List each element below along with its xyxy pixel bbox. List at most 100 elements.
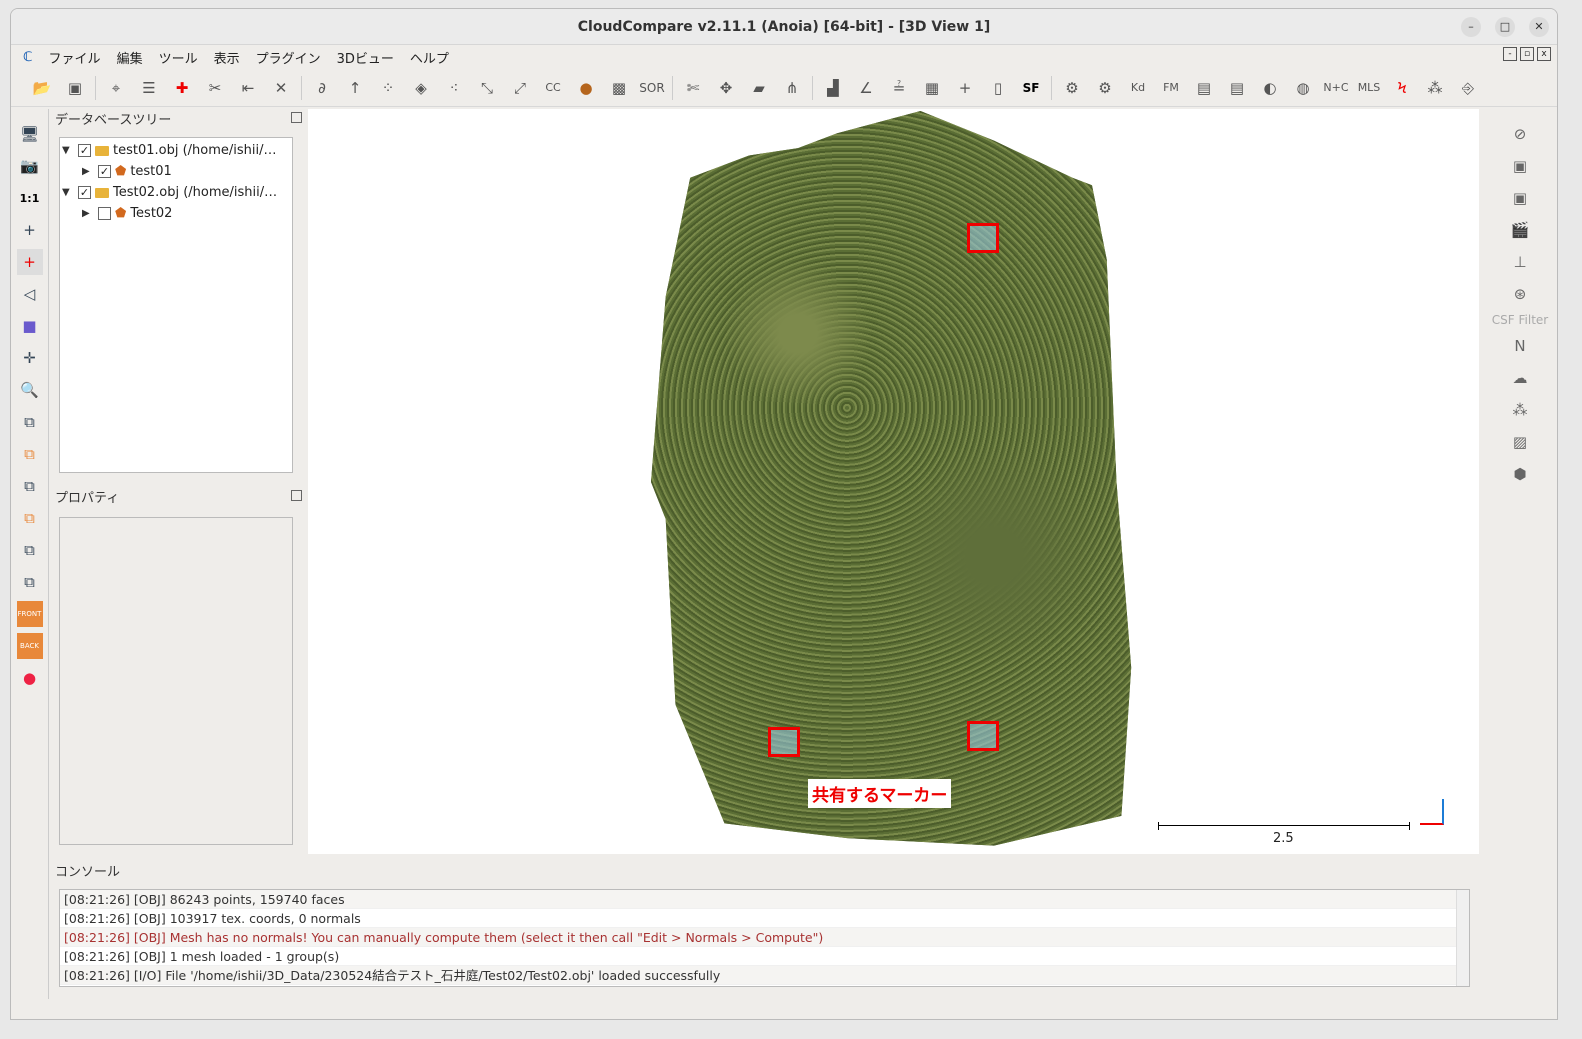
mdi-restore-button[interactable]: ▫	[1520, 47, 1534, 61]
iso-view-icon[interactable]: ⧉	[17, 569, 43, 595]
cc-icon[interactable]: CC	[540, 75, 566, 101]
checkbox[interactable]: ✓	[98, 165, 111, 178]
animation-icon[interactable]: 🎬	[1507, 217, 1533, 243]
mdi-close-button[interactable]: x	[1537, 47, 1551, 61]
brush-icon[interactable]: ⊥	[1507, 249, 1533, 275]
expand-icon[interactable]: ▶	[82, 166, 94, 177]
hpr-icon[interactable]: ☁	[1507, 365, 1533, 391]
histogram-icon[interactable]: ▟	[820, 75, 846, 101]
stereo-icon[interactable]: ●	[17, 665, 43, 691]
sample-points-icon[interactable]: ∂	[309, 75, 335, 101]
expand-icon[interactable]: ▼	[62, 187, 74, 198]
left-view-icon[interactable]: ⧉	[17, 473, 43, 499]
ssao-icon[interactable]: ▣	[1507, 185, 1533, 211]
checkerboard-icon[interactable]: ▩	[606, 75, 632, 101]
save-icon[interactable]: ▣	[62, 75, 88, 101]
pcv-icon[interactable]: ⁂	[1422, 75, 1448, 101]
pcv-plugin-icon[interactable]: ▨	[1507, 429, 1533, 455]
canupo-classify-icon[interactable]: ⚙	[1092, 75, 1118, 101]
canupo-create-icon[interactable]: ⚙	[1059, 75, 1085, 101]
align-icon[interactable]: ⤡	[474, 75, 500, 101]
nc-icon[interactable]: N+C	[1323, 75, 1349, 101]
shift-icon[interactable]: ⎆	[1455, 75, 1481, 101]
list-icon[interactable]: ☰	[136, 75, 162, 101]
fm-icon[interactable]: FM	[1158, 75, 1184, 101]
perspective-icon[interactable]: ◁	[17, 281, 43, 307]
checkbox[interactable]: ✓	[78, 144, 91, 157]
zoom-pan-icon[interactable]: ✛	[17, 345, 43, 371]
top-view-icon[interactable]: ⧉	[17, 409, 43, 435]
camera-icon[interactable]: 📷	[17, 153, 43, 179]
kd-icon[interactable]: Kd	[1125, 75, 1151, 101]
clone-icon[interactable]: ⇤	[235, 75, 261, 101]
register-icon[interactable]: ⁖	[441, 75, 467, 101]
csf-filter-label[interactable]: CSF Filter	[1492, 313, 1548, 327]
lighting-icon[interactable]: ■	[17, 313, 43, 339]
checkbox[interactable]	[98, 207, 111, 220]
menu-plugins[interactable]: プラグイン	[248, 48, 329, 67]
bottom-view-icon[interactable]: ⧉	[17, 537, 43, 563]
console-scrollbar[interactable]	[1456, 890, 1469, 986]
3d-view[interactable]: 共有するマーカー 2.5	[308, 109, 1479, 854]
mdi-minimize-button[interactable]: -	[1503, 47, 1517, 61]
pivot-icon[interactable]: +	[17, 217, 43, 243]
delete-sf-icon[interactable]: ▯	[985, 75, 1011, 101]
s-icon[interactable]: Ϟ	[1389, 75, 1415, 101]
close-button[interactable]: ✕	[1529, 17, 1549, 37]
north-icon[interactable]: N	[1507, 333, 1533, 359]
delete-icon[interactable]: ✕	[268, 75, 294, 101]
plane-icon[interactable]: ▰	[746, 75, 772, 101]
menu-3dviews[interactable]: 3Dビュー	[329, 48, 402, 67]
menu-help[interactable]: ヘルプ	[402, 48, 457, 67]
import-icon[interactable]: ▤	[1224, 75, 1250, 101]
front-icon[interactable]: FRONT	[16, 601, 43, 627]
distance-icon[interactable]: ⤢	[507, 75, 533, 101]
console-log[interactable]: [08:21:26] [OBJ] 86243 points, 159740 fa…	[59, 889, 1470, 987]
tree-item[interactable]: ▼ ✓ Test02.obj (/home/ishii/…	[62, 182, 290, 203]
cross-section-icon[interactable]: ⋔	[779, 75, 805, 101]
minimize-button[interactable]: –	[1461, 17, 1481, 37]
minmax-icon[interactable]: ≟	[886, 75, 912, 101]
mls-icon[interactable]: MLS	[1356, 75, 1382, 101]
checkbox[interactable]: ✓	[78, 186, 91, 199]
sf-icon[interactable]: SF	[1018, 75, 1044, 101]
translate-rotate-icon[interactable]: ✚	[169, 75, 195, 101]
menu-file[interactable]: ファイル	[41, 48, 109, 67]
disable-icon[interactable]: ⊘	[1507, 121, 1533, 147]
calendar-icon[interactable]: ▦	[919, 75, 945, 101]
subsample-icon[interactable]: ⁘	[375, 75, 401, 101]
tree-item[interactable]: ▼ ✓ test01.obj (/home/ishii/…	[62, 140, 290, 161]
tree-item[interactable]: ▶ ⬟ Test02	[62, 203, 290, 224]
menu-display[interactable]: 表示	[206, 48, 248, 67]
float-icon[interactable]	[291, 112, 302, 123]
sphere-icon[interactable]: ◐	[1257, 75, 1283, 101]
menu-edit[interactable]: 編集	[109, 48, 151, 67]
gradient-icon[interactable]: ∠	[853, 75, 879, 101]
add-sf-icon[interactable]: +	[952, 75, 978, 101]
float-icon[interactable]	[291, 490, 302, 501]
back-icon[interactable]: BACK	[16, 633, 43, 659]
zoom-icon[interactable]: 🔍	[17, 377, 43, 403]
sor-icon[interactable]: SOR	[639, 75, 665, 101]
one-to-one-icon[interactable]: 1:1	[17, 185, 43, 211]
display-icon[interactable]: 🖥	[17, 121, 43, 147]
eдл-icon[interactable]: ▣	[1507, 153, 1533, 179]
statistics-icon[interactable]: ●	[573, 75, 599, 101]
move-icon[interactable]: ✥	[713, 75, 739, 101]
pick-rotation-center-icon[interactable]: ⌖	[103, 75, 129, 101]
globe-icon[interactable]: ◍	[1290, 75, 1316, 101]
expand-icon[interactable]: ▶	[82, 208, 94, 219]
tree-item[interactable]: ▶ ✓ ⬟ test01	[62, 161, 290, 182]
mesh-icon[interactable]: ◈	[408, 75, 434, 101]
segment-icon[interactable]: ✂	[202, 75, 228, 101]
open-icon[interactable]: 📂	[29, 75, 55, 101]
poisson-icon[interactable]: ⬢	[1507, 461, 1533, 487]
front-view-icon[interactable]: ⧉	[17, 441, 43, 467]
maximize-button[interactable]: □	[1495, 17, 1515, 37]
expand-icon[interactable]: ▼	[62, 145, 74, 156]
cut-icon[interactable]: ✄	[680, 75, 706, 101]
auto-pivot-icon[interactable]: +	[16, 249, 43, 275]
right-view-icon[interactable]: ⧉	[17, 505, 43, 531]
export-icon[interactable]: ▤	[1191, 75, 1217, 101]
menu-tools[interactable]: ツール	[151, 48, 206, 67]
